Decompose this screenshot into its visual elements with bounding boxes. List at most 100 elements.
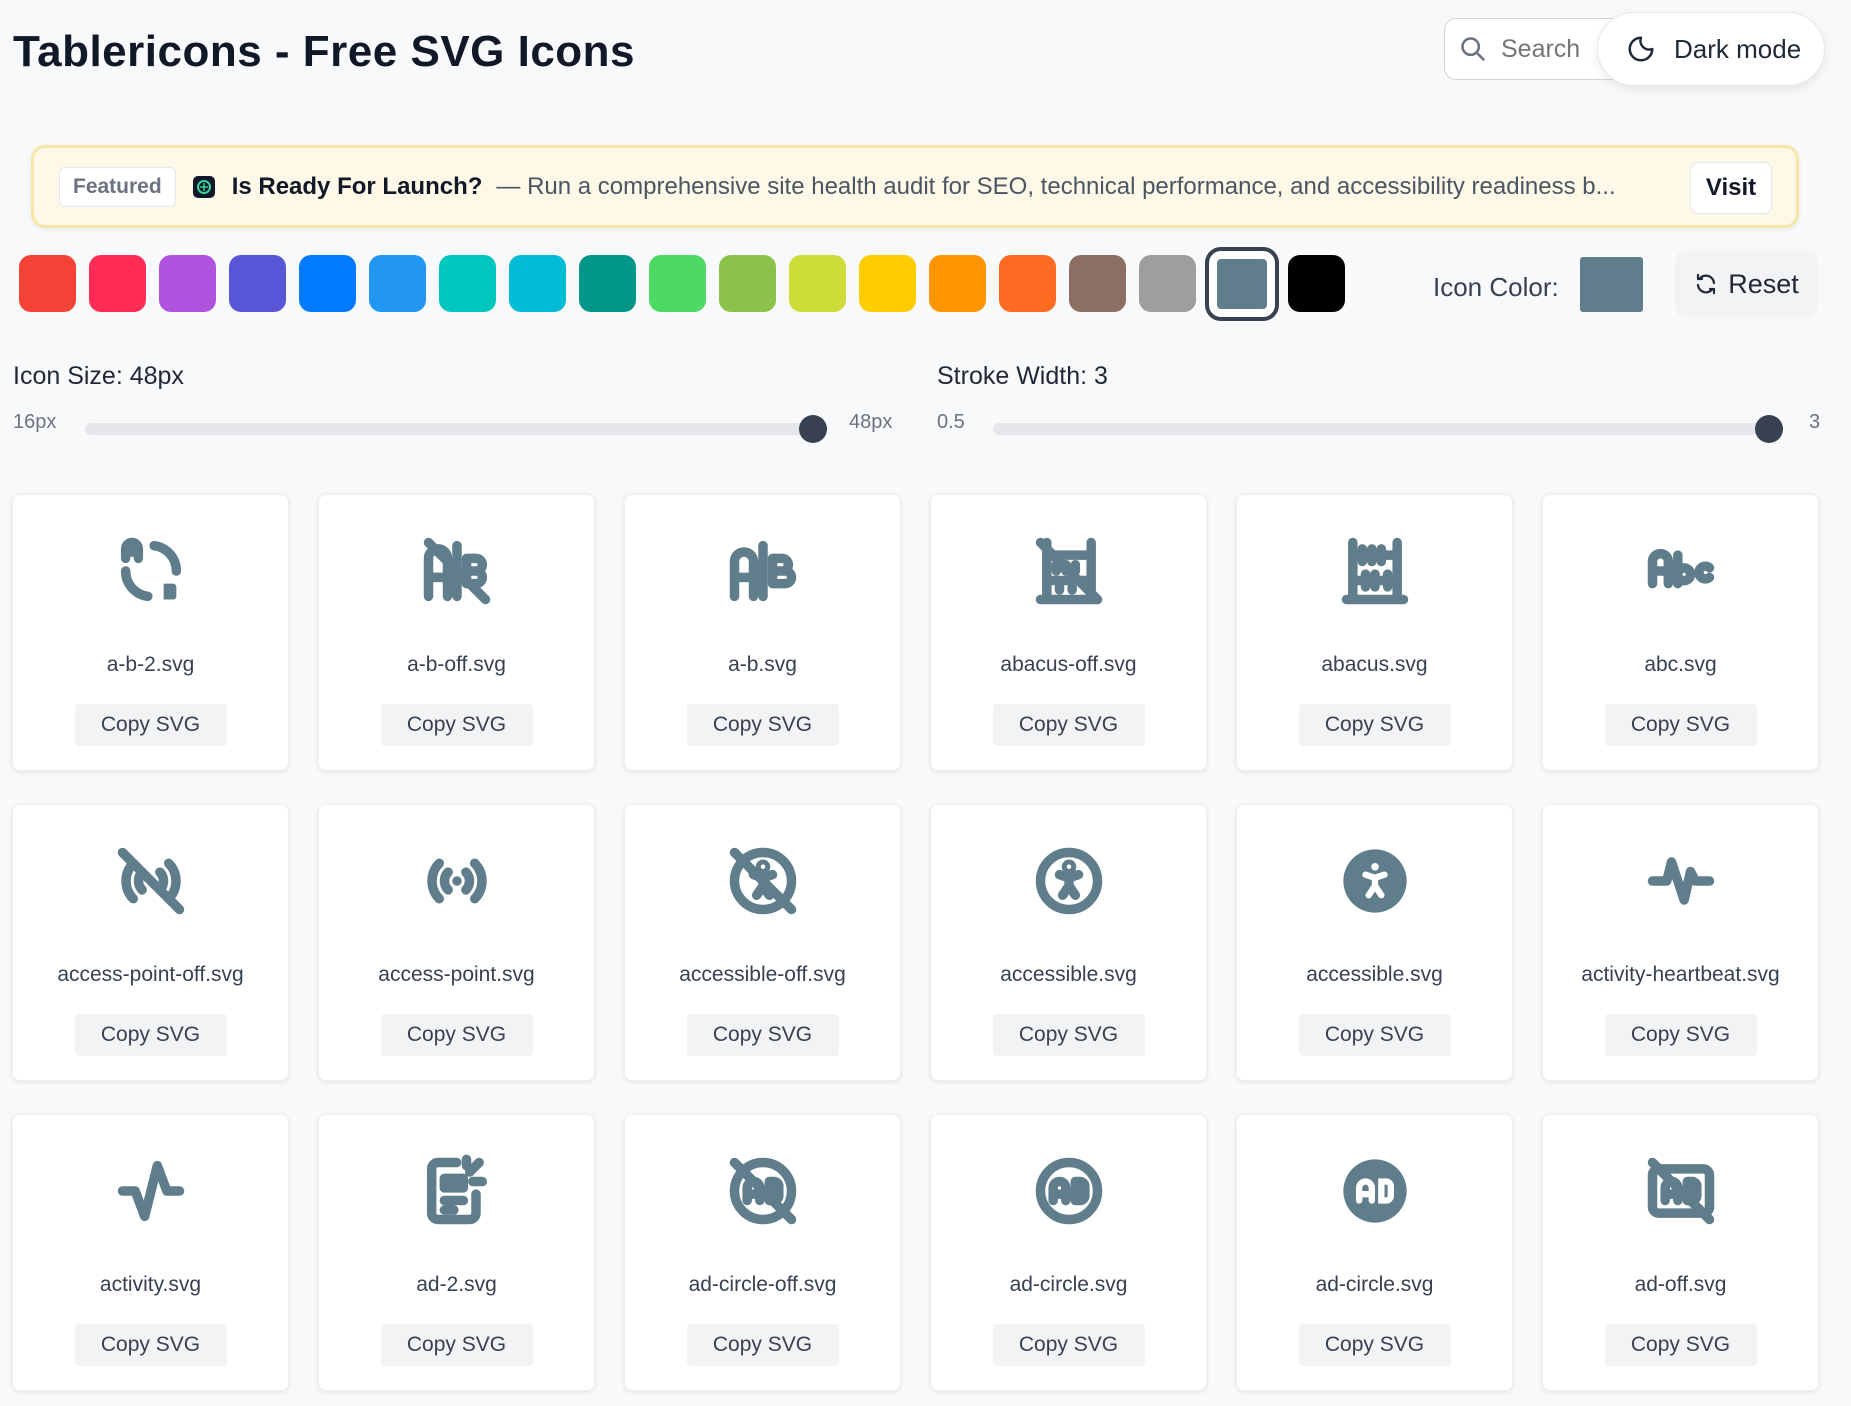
ad-circle-off-icon (725, 1153, 801, 1229)
icon-card[interactable]: activity.svg Copy SVG (12, 1114, 289, 1391)
copy-svg-button[interactable]: Copy SVG (1298, 704, 1451, 746)
icon-filename: ad-circle.svg (1009, 1273, 1128, 1296)
icon-filename: accessible-off.svg (679, 963, 846, 986)
icon-size-track[interactable] (85, 423, 827, 435)
accessible-off-icon (725, 843, 801, 919)
dark-mode-label: Dark mode (1674, 33, 1802, 64)
icon-card[interactable]: abacus-off.svg Copy SVG (930, 494, 1207, 771)
copy-svg-button[interactable]: Copy SVG (380, 1324, 533, 1366)
icon-filename: accessible.svg (1000, 963, 1137, 986)
copy-svg-button[interactable]: Copy SVG (380, 1014, 533, 1056)
color-swatch[interactable] (159, 255, 216, 312)
abc-icon (1643, 533, 1719, 609)
color-swatch[interactable] (1069, 255, 1126, 312)
color-swatch[interactable] (1288, 255, 1345, 312)
stroke-width-track[interactable] (993, 423, 1783, 435)
icon-card[interactable]: access-point.svg Copy SVG (318, 804, 595, 1081)
color-swatch[interactable] (789, 255, 846, 312)
color-swatch[interactable] (509, 255, 566, 312)
icon-card[interactable]: ad-circle.svg Copy SVG (930, 1114, 1207, 1391)
copy-svg-button[interactable]: Copy SVG (992, 1014, 1145, 1056)
color-swatch[interactable] (929, 255, 986, 312)
icon-card[interactable]: ad-circle-off.svg Copy SVG (624, 1114, 901, 1391)
icon-card[interactable]: a-b-off.svg Copy SVG (318, 494, 595, 771)
icon-size-label: Icon Size: 48px (13, 362, 184, 390)
icon-size-min: 16px (13, 411, 57, 433)
accessible-filled-icon (1337, 843, 1413, 919)
copy-svg-button[interactable]: Copy SVG (992, 1324, 1145, 1366)
color-swatch[interactable] (1139, 255, 1196, 312)
a-b-2-icon (113, 533, 189, 609)
stroke-width-min: 0.5 (937, 411, 965, 433)
copy-svg-button[interactable]: Copy SVG (1604, 1324, 1757, 1366)
color-swatch[interactable] (89, 255, 146, 312)
copy-svg-button[interactable]: Copy SVG (74, 1014, 227, 1056)
icon-size-thumb[interactable] (799, 415, 827, 443)
icon-grid: a-b-2.svg Copy SVG a-b-off.svg Copy SVG a-b.… (12, 494, 1820, 1391)
copy-svg-button[interactable]: Copy SVG (1604, 704, 1757, 746)
brand-logo-icon (192, 175, 215, 198)
color-swatch[interactable] (579, 255, 636, 312)
icon-card[interactable]: accessible.svg Copy SVG (930, 804, 1207, 1081)
color-swatch[interactable] (859, 255, 916, 312)
color-swatch[interactable] (299, 255, 356, 312)
color-swatch[interactable] (1205, 247, 1279, 321)
access-point-off-icon (113, 843, 189, 919)
icon-card[interactable]: ad-off.svg Copy SVG (1542, 1114, 1819, 1391)
icon-filename: accessible.svg (1306, 963, 1443, 986)
banner-title[interactable]: Is Ready For Launch? (232, 173, 483, 201)
icon-filename: a-b-2.svg (106, 653, 195, 676)
icon-card[interactable]: a-b-2.svg Copy SVG (12, 494, 289, 771)
icon-filename: a-b-off.svg (407, 653, 506, 676)
color-swatch[interactable] (999, 255, 1056, 312)
copy-svg-button[interactable]: Copy SVG (686, 1014, 839, 1056)
featured-banner[interactable]: Featured Is Ready For Launch? — Run a co… (31, 145, 1799, 228)
icon-card[interactable]: a-b.svg Copy SVG (624, 494, 901, 771)
access-point-icon (419, 843, 495, 919)
copy-svg-button[interactable]: Copy SVG (1298, 1014, 1451, 1056)
copy-svg-button[interactable]: Copy SVG (74, 704, 227, 746)
stroke-width-slider-group: Stroke Width: 3 0.5 3 (937, 362, 1822, 443)
icon-card[interactable]: ad-circle.svg Copy SVG (1236, 1114, 1513, 1391)
search-icon (1461, 37, 1485, 61)
color-swatch[interactable] (229, 255, 286, 312)
icon-card[interactable]: activity-heartbeat.svg Copy SVG (1542, 804, 1819, 1081)
featured-badge: Featured (59, 166, 176, 207)
copy-svg-button[interactable]: Copy SVG (1604, 1014, 1757, 1056)
copy-svg-button[interactable]: Copy SVG (992, 704, 1145, 746)
color-swatch[interactable] (719, 255, 776, 312)
copy-svg-button[interactable]: Copy SVG (74, 1324, 227, 1366)
activity-heartbeat-icon (1643, 843, 1719, 919)
stroke-width-label: Stroke Width: 3 (937, 362, 1108, 390)
icon-filename: a-b.svg (728, 653, 797, 676)
icon-card[interactable]: ad-2.svg Copy SVG (318, 1114, 595, 1391)
copy-svg-button[interactable]: Copy SVG (686, 1324, 839, 1366)
stroke-width-thumb[interactable] (1755, 415, 1783, 443)
icon-card[interactable]: abacus.svg Copy SVG (1236, 494, 1513, 771)
ad-circle-filled-icon (1337, 1153, 1413, 1229)
icon-color-picker[interactable] (1580, 257, 1643, 312)
icon-filename: activity.svg (99, 1273, 202, 1296)
icon-card[interactable]: accessible-off.svg Copy SVG (624, 804, 901, 1081)
icon-filename: access-point.svg (378, 963, 535, 986)
color-swatch[interactable] (649, 255, 706, 312)
visit-button[interactable]: Visit (1690, 162, 1772, 214)
icon-card[interactable]: abc.svg Copy SVG (1542, 494, 1819, 771)
copy-svg-button[interactable]: Copy SVG (1298, 1324, 1451, 1366)
color-swatch[interactable] (439, 255, 496, 312)
icon-card[interactable]: access-point-off.svg Copy SVG (12, 804, 289, 1081)
icon-filename: abacus-off.svg (1000, 653, 1137, 676)
icon-card[interactable]: accessible.svg Copy SVG (1236, 804, 1513, 1081)
icon-filename: abacus.svg (1321, 653, 1428, 676)
a-b-off-icon (419, 533, 495, 609)
color-swatch[interactable] (369, 255, 426, 312)
ad-off-icon (1643, 1153, 1719, 1229)
refresh-icon (1697, 273, 1716, 295)
copy-svg-button[interactable]: Copy SVG (686, 704, 839, 746)
reset-label: Reset (1728, 268, 1799, 299)
copy-svg-button[interactable]: Copy SVG (380, 704, 533, 746)
a-b-icon (725, 533, 801, 609)
dark-mode-button[interactable]: Dark mode (1597, 12, 1825, 86)
reset-button[interactable]: Reset (1675, 251, 1818, 317)
color-swatch[interactable] (19, 255, 76, 312)
